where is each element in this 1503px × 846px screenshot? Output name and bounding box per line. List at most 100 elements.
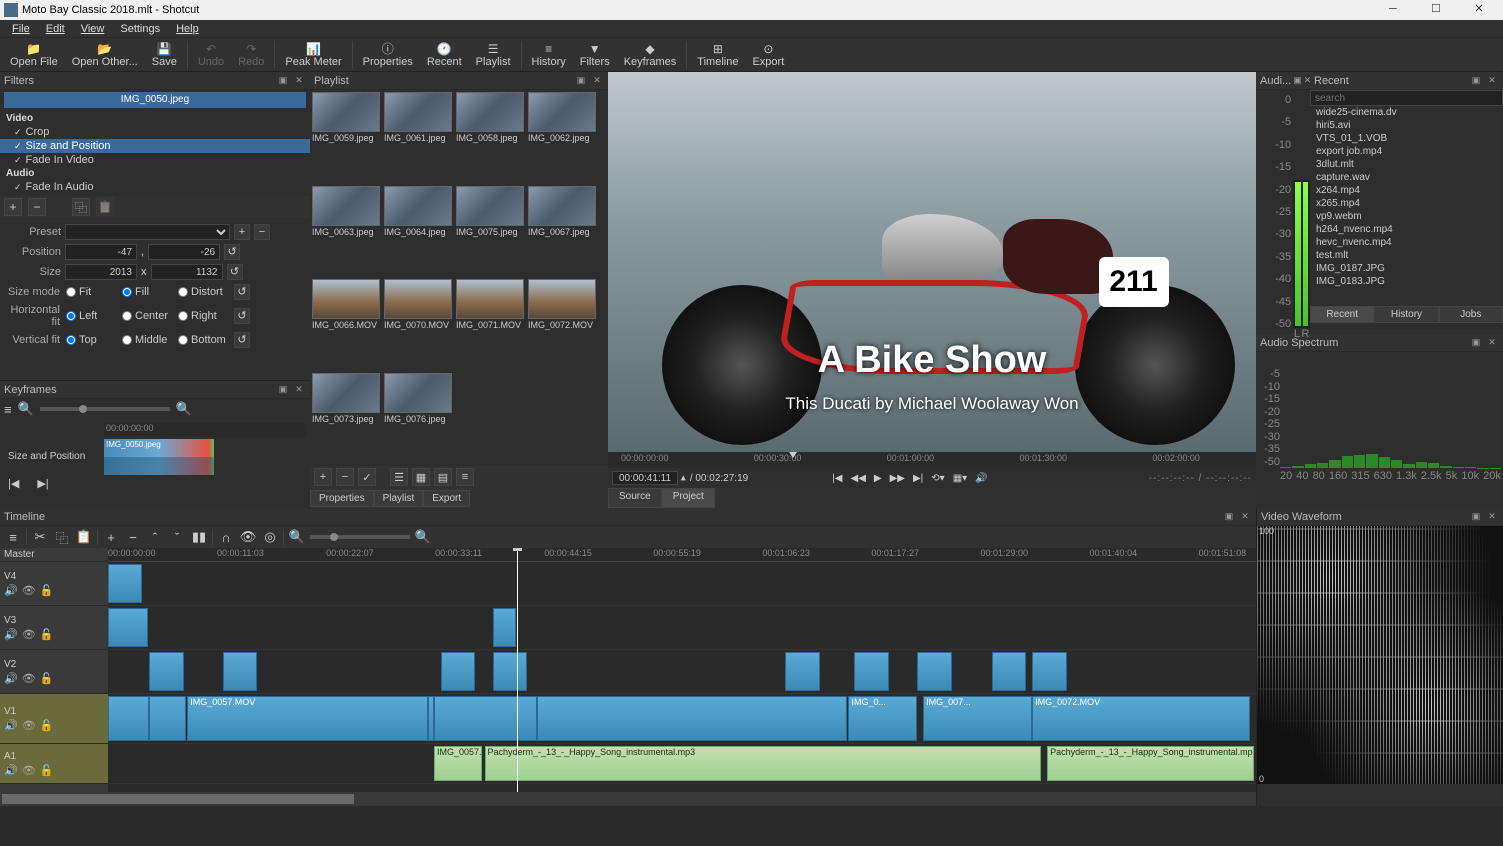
tl-menu-icon[interactable]: ≡ — [4, 530, 22, 545]
hfit-reset-button[interactable]: ↺ — [234, 308, 250, 324]
timeline-clip[interactable] — [785, 652, 819, 691]
panel-close-icon[interactable]: ✕ — [292, 74, 306, 88]
timeline-clip[interactable]: IMG_0... — [848, 696, 917, 741]
maximize-button[interactable]: ☐ — [1416, 0, 1456, 20]
tab-source[interactable]: Source — [608, 488, 662, 508]
playlist-thumb[interactable]: IMG_0061.jpeg — [384, 92, 454, 184]
preset-remove-button[interactable]: − — [254, 224, 270, 240]
remove-icon[interactable]: − — [124, 530, 142, 545]
tab-recent[interactable]: Recent — [1310, 306, 1374, 323]
filter-item-fade-in-video[interactable]: ✓Fade In Video — [0, 153, 310, 167]
zoom-in-icon[interactable]: 🔍 — [176, 401, 192, 417]
ripple-icon[interactable]: ◎ — [261, 529, 279, 545]
kf-clip[interactable]: IMG_0050.jpeg — [104, 439, 214, 475]
playlist-thumb[interactable]: IMG_0059.jpeg — [312, 92, 382, 184]
kf-next-icon[interactable]: ▶| — [37, 477, 48, 490]
panel-undock-icon[interactable]: ▣ — [1469, 510, 1483, 524]
track-header-master[interactable]: Master — [0, 548, 108, 562]
recent-item[interactable]: hevc_nvenc.mp4 — [1310, 236, 1503, 249]
preset-add-button[interactable]: + — [234, 224, 250, 240]
timeline-clip[interactable]: IMG_007... — [923, 696, 1032, 741]
recent-search-input[interactable] — [1310, 90, 1503, 106]
toolbar-peak-meter[interactable]: 📊Peak Meter — [279, 41, 347, 69]
sizemode-fill-radio[interactable] — [122, 287, 132, 297]
timeline-clip[interactable] — [1032, 652, 1066, 691]
filter-item-crop[interactable]: ✓Crop — [0, 125, 310, 139]
recent-item[interactable]: IMG_0187.JPG — [1310, 262, 1503, 275]
overwrite-icon[interactable]: ˇ — [168, 530, 186, 545]
playlist-thumb[interactable]: IMG_0058.jpeg — [456, 92, 526, 184]
recent-item[interactable]: x265.mp4 — [1310, 197, 1503, 210]
lock-icon[interactable]: 🔓 — [40, 672, 54, 685]
playlist-thumb[interactable]: IMG_0070.MOV — [384, 279, 454, 371]
toolbar-playlist[interactable]: ☰Playlist — [470, 41, 517, 69]
tab-export[interactable]: Export — [423, 490, 470, 507]
toolbar-redo[interactable]: ↷Redo — [232, 41, 270, 69]
timeline-clip[interactable] — [992, 652, 1026, 691]
volume-icon[interactable]: 🔊 — [975, 473, 987, 484]
timeline-clip[interactable]: IMG_0057.MOV — [187, 696, 428, 741]
panel-close-icon[interactable]: ✕ — [1485, 336, 1499, 350]
panel-undock-icon[interactable]: ▣ — [1293, 74, 1302, 88]
panel-undock-icon[interactable]: ▣ — [276, 74, 290, 88]
recent-item[interactable]: wide25-cinema.dv — [1310, 106, 1503, 119]
timeline-clip[interactable] — [108, 564, 142, 603]
toolbar-properties[interactable]: ⓘProperties — [357, 41, 419, 69]
toolbar-timeline[interactable]: ⊞Timeline — [691, 41, 744, 69]
size-reset-button[interactable]: ↺ — [227, 264, 243, 280]
vfit-bottom-radio[interactable] — [178, 335, 188, 345]
tab-project[interactable]: Project — [662, 488, 715, 508]
recent-item[interactable]: test.mlt — [1310, 249, 1503, 262]
timeline-clip[interactable] — [149, 652, 183, 691]
hide-icon[interactable]: 👁 — [22, 764, 36, 777]
tl-zoom-slider[interactable] — [310, 535, 410, 539]
playlist-thumb[interactable]: IMG_0072.MOV — [528, 279, 598, 371]
kf-prev-icon[interactable]: |◀ — [8, 477, 19, 490]
menu-settings[interactable]: Settings — [112, 23, 168, 35]
toolbar-save[interactable]: 💾Save — [146, 41, 183, 69]
panel-undock-icon[interactable]: ▣ — [574, 74, 588, 88]
split-icon[interactable]: ▮▮ — [190, 529, 208, 545]
track-header-v3[interactable]: V3🔊👁🔓 — [0, 606, 108, 650]
track-v1[interactable]: IMG_0057.MOVIMG_0...IMG_007...IMG_0072.M… — [108, 694, 1256, 744]
append-icon[interactable]: + — [102, 530, 120, 545]
menu-edit[interactable]: Edit — [38, 23, 73, 35]
mute-icon[interactable]: 🔊 — [4, 764, 18, 777]
size-h-input[interactable] — [151, 264, 223, 280]
recent-item[interactable]: h264_nvenc.mp4 — [1310, 223, 1503, 236]
recent-item[interactable]: export job.mp4 — [1310, 145, 1503, 158]
hfit-left-radio[interactable] — [66, 311, 76, 321]
mute-icon[interactable]: 🔊 — [4, 628, 18, 641]
pl-add-button[interactable]: + — [314, 468, 332, 486]
lift-icon[interactable]: ˆ — [146, 530, 164, 545]
mute-icon[interactable]: 🔊 — [4, 672, 18, 685]
track-header-v4[interactable]: V4🔊👁🔓 — [0, 562, 108, 606]
paste-filter-button[interactable]: 📋 — [96, 198, 114, 216]
timeline-clip[interactable] — [493, 608, 516, 647]
filter-item-size-and-position[interactable]: ✓Size and Position — [0, 139, 310, 153]
loop-icon[interactable]: ⟲▾ — [931, 473, 944, 484]
panel-close-icon[interactable]: ✕ — [1485, 510, 1499, 524]
timeline-playhead[interactable] — [517, 548, 518, 792]
lock-icon[interactable]: 🔓 — [40, 764, 54, 777]
timeline-clip[interactable] — [149, 696, 186, 741]
timeline-clip[interactable] — [537, 696, 847, 741]
toolbar-history[interactable]: ≡History — [526, 41, 572, 69]
toolbar-recent[interactable]: 🕐Recent — [421, 41, 468, 69]
timeline-clip[interactable] — [854, 652, 888, 691]
vfit-top-radio[interactable] — [66, 335, 76, 345]
cut-icon[interactable]: ✂ — [31, 529, 49, 545]
recent-item[interactable]: x264.mp4 — [1310, 184, 1503, 197]
panel-close-icon[interactable]: ✕ — [292, 383, 306, 397]
track-header-a1[interactable]: A1🔊👁🔓 — [0, 744, 108, 784]
timeline-clip[interactable] — [108, 696, 149, 741]
sizemode-reset-button[interactable]: ↺ — [234, 284, 250, 300]
recent-item[interactable]: vp9.webm — [1310, 210, 1503, 223]
timeline-clip[interactable] — [434, 696, 537, 741]
pl-view-list-icon[interactable]: ☰ — [390, 468, 408, 486]
menu-view[interactable]: View — [73, 23, 113, 35]
scrub-icon[interactable]: 👁 — [239, 529, 257, 545]
fforward-icon[interactable]: ▶▶ — [890, 473, 905, 484]
timeline-clip[interactable]: IMG_0057.MO — [434, 746, 482, 781]
menu-help[interactable]: Help — [168, 23, 207, 35]
